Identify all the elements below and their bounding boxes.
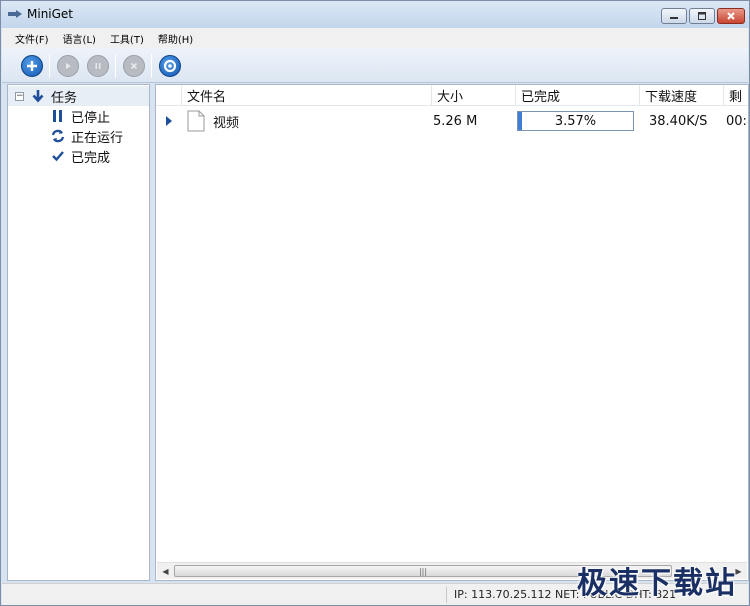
table-row[interactable]: 视频 5.26 M 3.57% 38.40K/S 00: [156,108,748,134]
tree-item-stopped[interactable]: 已停止 [50,106,110,126]
tree-item-label: 任务 [51,90,78,106]
list-header: 文件名 大小 已完成 下载速度 剩 [156,85,748,106]
start-button[interactable] [57,55,79,77]
time-remaining: 00: [726,113,747,129]
menu-file[interactable]: 文件(F) [8,31,56,46]
file-icon [187,108,205,134]
column-header-speed[interactable]: 下载速度 [640,85,724,106]
watermark: 极速下载站 [577,566,737,601]
tree-item-label: 已停止 [71,110,111,126]
play-icon [66,63,71,69]
window-title: MiniGet [27,7,74,21]
title-bar[interactable]: MiniGet [1,1,749,28]
menu-language[interactable]: 语言(L) [56,31,103,46]
plus-icon [27,61,37,71]
close-icon [727,12,735,20]
toolbar-separator [151,54,152,78]
column-header-remaining[interactable]: 剩 [724,85,748,106]
expand-row-icon[interactable] [165,108,173,134]
maximize-icon [698,12,706,20]
tree-item-label: 正在运行 [71,130,124,146]
file-size: 5.26 M [433,113,478,129]
minimize-icon [670,17,678,19]
close-button[interactable] [717,8,745,24]
arrow-down-icon [30,88,46,104]
pause-icon [50,108,66,124]
app-icon [8,10,22,18]
scroll-left-icon[interactable]: ◀ [157,563,174,579]
download-speed: 38.40K/S [649,113,708,129]
toolbar [2,48,748,83]
download-list: 文件名 大小 已完成 下载速度 剩 视频 5.26 M 3.57% 38.40K… [155,84,749,581]
toolbar-separator [115,54,116,78]
check-icon [50,148,66,164]
column-header-expander [156,85,182,106]
tree-item-label: 已完成 [71,150,111,166]
x-icon [130,62,138,70]
file-name: 视频 [213,115,240,131]
refresh-icon [50,128,66,144]
task-tree: − 任务 已停止 正在运行 已完成 [7,84,150,581]
pause-button[interactable] [87,55,109,77]
status-divider [446,587,447,603]
column-header-completed[interactable]: 已完成 [516,85,640,106]
add-task-button[interactable] [21,55,43,77]
column-header-size[interactable]: 大小 [432,85,516,106]
tree-item-completed[interactable]: 已完成 [50,146,110,166]
menu-tools[interactable]: 工具(T) [103,31,151,46]
minimize-button[interactable] [661,8,687,24]
download-progress-bar: 3.57% [517,111,634,131]
app-window: MiniGet 文件(F) 语言(L) 工具(T) 帮助(H) − 任务 已停止… [0,0,750,606]
column-header-filename[interactable]: 文件名 [182,85,432,106]
settings-button[interactable] [159,55,181,77]
settings-icon [163,59,177,73]
menu-bar: 文件(F) 语言(L) 工具(T) 帮助(H) [2,28,748,48]
menu-help[interactable]: 帮助(H) [151,31,200,46]
maximize-button[interactable] [689,8,715,24]
progress-label: 3.57% [554,113,597,129]
collapse-icon[interactable]: − [15,91,24,101]
delete-button[interactable] [123,55,145,77]
pause-icon [95,63,101,69]
tree-item-running[interactable]: 正在运行 [50,126,123,146]
tree-item-tasks[interactable]: − 任务 [8,86,149,106]
toolbar-separator [49,54,50,78]
